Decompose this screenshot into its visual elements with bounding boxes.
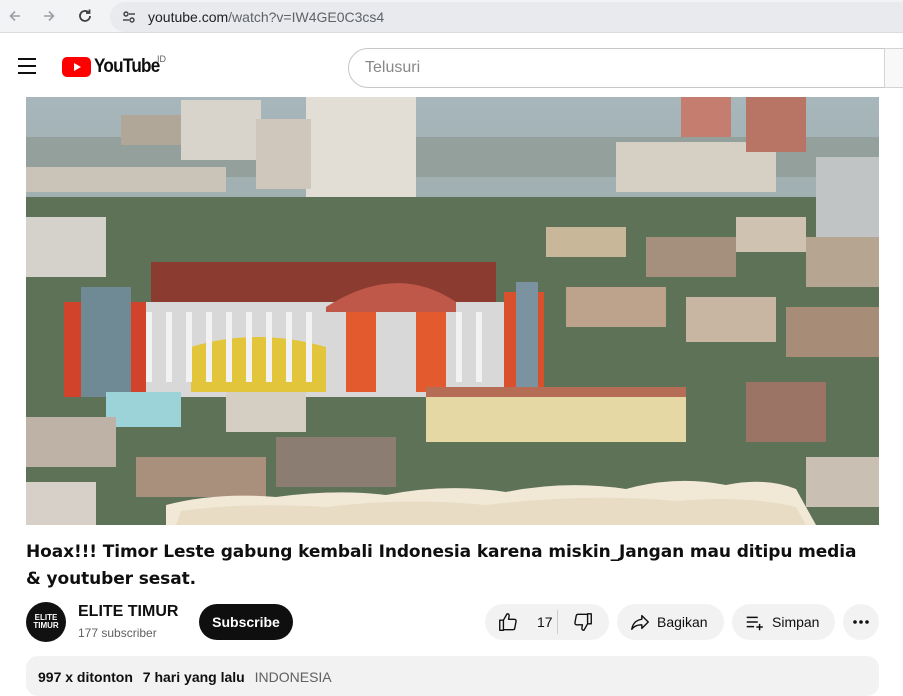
browser-toolbar: youtube.com/watch?v=IW4GE0C3cs4 (0, 0, 903, 33)
description-box[interactable]: 997 x ditonton 7 hari yang lalu INDONESI… (26, 656, 879, 696)
share-label: Bagikan (657, 614, 708, 630)
play-logo-icon (62, 57, 91, 77)
subscriber-count: 177 subscriber (78, 626, 157, 640)
forward-arrow-icon[interactable] (38, 5, 60, 27)
hamburger-menu-icon[interactable] (14, 53, 40, 79)
hashtag-link[interactable]: INDONESIA (255, 669, 332, 685)
view-count: 997 x ditonton (38, 669, 133, 685)
thumbs-down-icon (574, 613, 592, 631)
like-count: 17 (537, 614, 553, 630)
country-code: ID (157, 54, 166, 64)
dislike-button[interactable] (558, 604, 608, 640)
site-settings-icon[interactable] (114, 2, 144, 32)
back-arrow-icon[interactable] (4, 5, 26, 27)
url-path: /watch?v=IW4GE0C3cs4 (228, 9, 385, 25)
url-text: youtube.com/watch?v=IW4GE0C3cs4 (148, 9, 384, 25)
url-domain: youtube.com (148, 9, 229, 25)
save-button[interactable]: Simpan (732, 604, 835, 640)
search-input[interactable] (365, 59, 887, 77)
playlist-add-icon (746, 616, 763, 631)
thumbs-up-icon (499, 613, 517, 631)
more-actions-button[interactable] (843, 604, 879, 640)
channel-name[interactable]: ELITE TIMUR (78, 603, 178, 621)
like-dislike-group: 17 (485, 604, 609, 640)
like-button[interactable]: 17 (485, 604, 557, 640)
address-bar[interactable]: youtube.com/watch?v=IW4GE0C3cs4 (110, 2, 903, 32)
channel-avatar[interactable]: ELITE TIMUR (26, 602, 66, 642)
subscribe-button[interactable]: Subscribe (199, 604, 293, 640)
more-horizontal-icon (853, 620, 869, 624)
video-player[interactable] (26, 97, 879, 525)
youtube-logo[interactable]: YouTube (62, 56, 167, 78)
share-icon (631, 614, 649, 631)
upload-date: 7 hari yang lalu (142, 669, 245, 685)
reload-icon[interactable] (74, 5, 96, 27)
youtube-header: YouTube ID (0, 33, 903, 97)
search-button[interactable] (884, 48, 903, 88)
share-button[interactable]: Bagikan (617, 604, 724, 640)
logo-text: YouTube (94, 56, 160, 77)
video-thumbnail-image (26, 97, 879, 525)
video-title: Hoax!!! Timor Leste gabung kembali Indon… (26, 542, 857, 589)
save-label: Simpan (772, 614, 820, 630)
search-box[interactable] (348, 48, 888, 88)
